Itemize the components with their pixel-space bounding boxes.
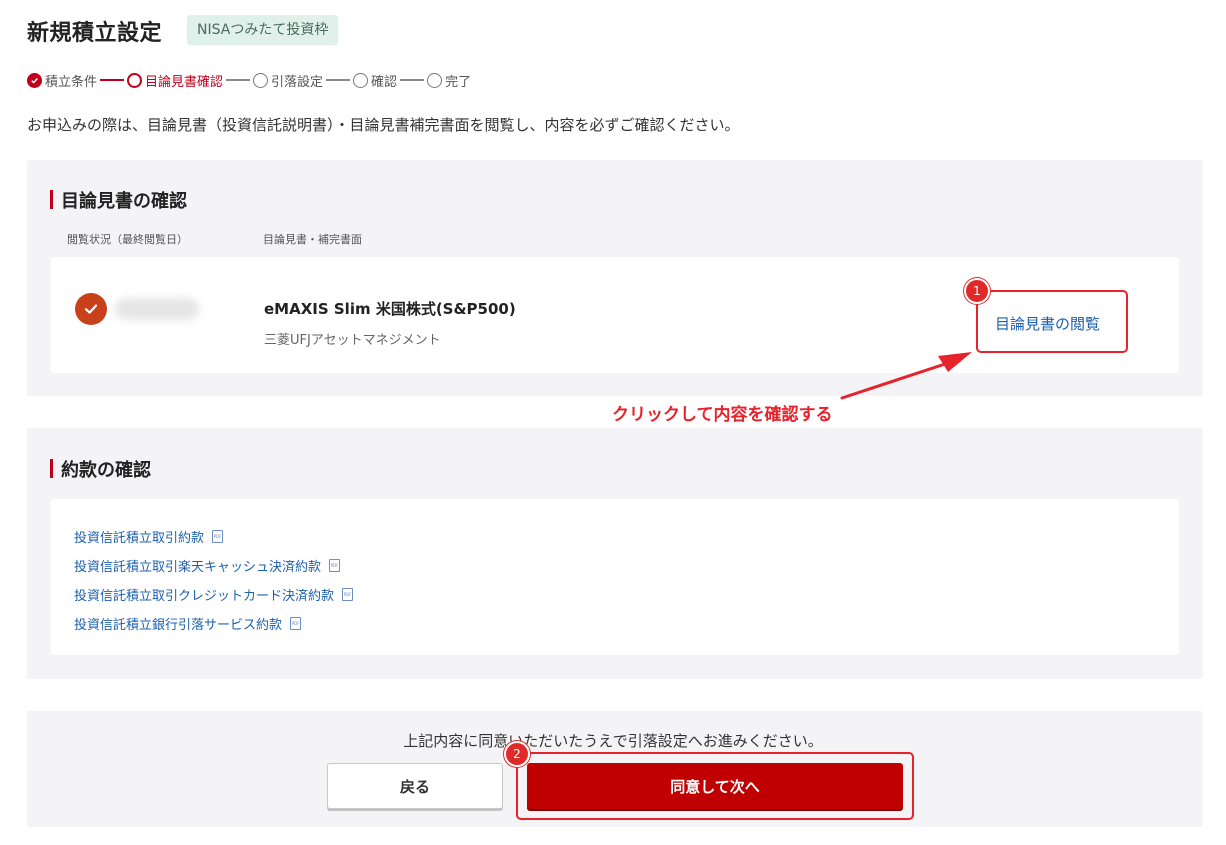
term-link[interactable]: 投資信託積立銀行引落サービス約款 [74,609,353,638]
pending-step-icon [253,72,269,88]
pdf-icon [342,588,354,601]
pdf-icon [290,617,302,630]
viewed-check-icon [75,293,107,325]
step-prospectus: 目論見書確認 [127,71,223,90]
term-link[interactable]: 投資信託積立取引クレジットカード決済約款 [74,580,354,609]
step-complete: 完了 [427,71,471,90]
step-connector [100,79,125,81]
column-header-status: 閲覧状況（最終閲覧日） [67,233,188,246]
term-link-label: 投資信託積立取引クレジットカード決済約款 [74,589,335,604]
check-icon [27,72,42,88]
pending-step-icon [353,72,369,88]
pdf-icon [329,559,341,572]
term-link[interactable]: 投資信託積立取引楽天キャッシュ決済約款 [74,551,353,580]
current-step-icon [127,72,143,88]
step-label: 引落設定 [271,74,324,90]
nisa-account-tag: NISAつみたて投資枠 [187,15,339,45]
pending-step-icon [427,72,443,88]
pdf-icon [212,530,224,543]
page-title: 新規積立設定 [27,21,163,46]
step-label: 積立条件 [45,74,98,90]
intro-text: お申込みの際は、目論見書（投資信託説明書）・目論見書補完書面を閲覧し、内容を必ず… [27,116,740,134]
agreement-note: 上記内容に同意いただいたうえで引落設定へお進みください。 [403,732,823,750]
term-link-label: 投資信託積立銀行引落サービス約款 [74,618,283,633]
term-link-label: 投資信託積立取引楽天キャッシュ決済約款 [74,560,322,575]
step-conditions: 積立条件 [27,71,97,90]
back-button[interactable]: 戻る [327,763,503,809]
agree-next-button[interactable]: 同意して次へ [527,763,903,809]
step-label: 完了 [445,74,472,90]
step-connector [326,79,351,81]
step-label: 目論見書確認 [145,74,224,90]
last-viewed-date-redacted [115,298,199,320]
step-marker-1: 1 [964,278,990,304]
step-marker-2: 2 [504,741,530,767]
annotation-callout: クリックして内容を確認する [612,405,833,425]
terms-heading: 約款の確認 [50,456,151,482]
fund-name: eMAXIS Slim 米国株式(S&P500) [264,300,516,318]
term-link-label: 投資信託積立取引約款 [74,531,205,546]
step-connector [226,79,251,81]
step-confirm: 確認 [353,71,397,90]
terms-list: 投資信託積立取引約款 投資信託積立取引楽天キャッシュ決済約款 投資信託積立取引ク… [74,522,354,638]
progress-stepper: 積立条件 目論見書確認 引落設定 確認 完了 [27,70,471,90]
column-header-document: 目論見書・補完書面 [263,233,362,246]
step-label: 確認 [371,74,398,90]
view-prospectus-link[interactable]: 目論見書の閲覧 [995,313,1100,334]
step-debit: 引落設定 [253,71,323,90]
prospectus-heading: 目論見書の確認 [50,187,187,213]
term-link[interactable]: 投資信託積立取引約款 [74,522,353,551]
fund-company: 三菱UFJアセットマネジメント [264,333,441,348]
step-connector [400,79,425,81]
